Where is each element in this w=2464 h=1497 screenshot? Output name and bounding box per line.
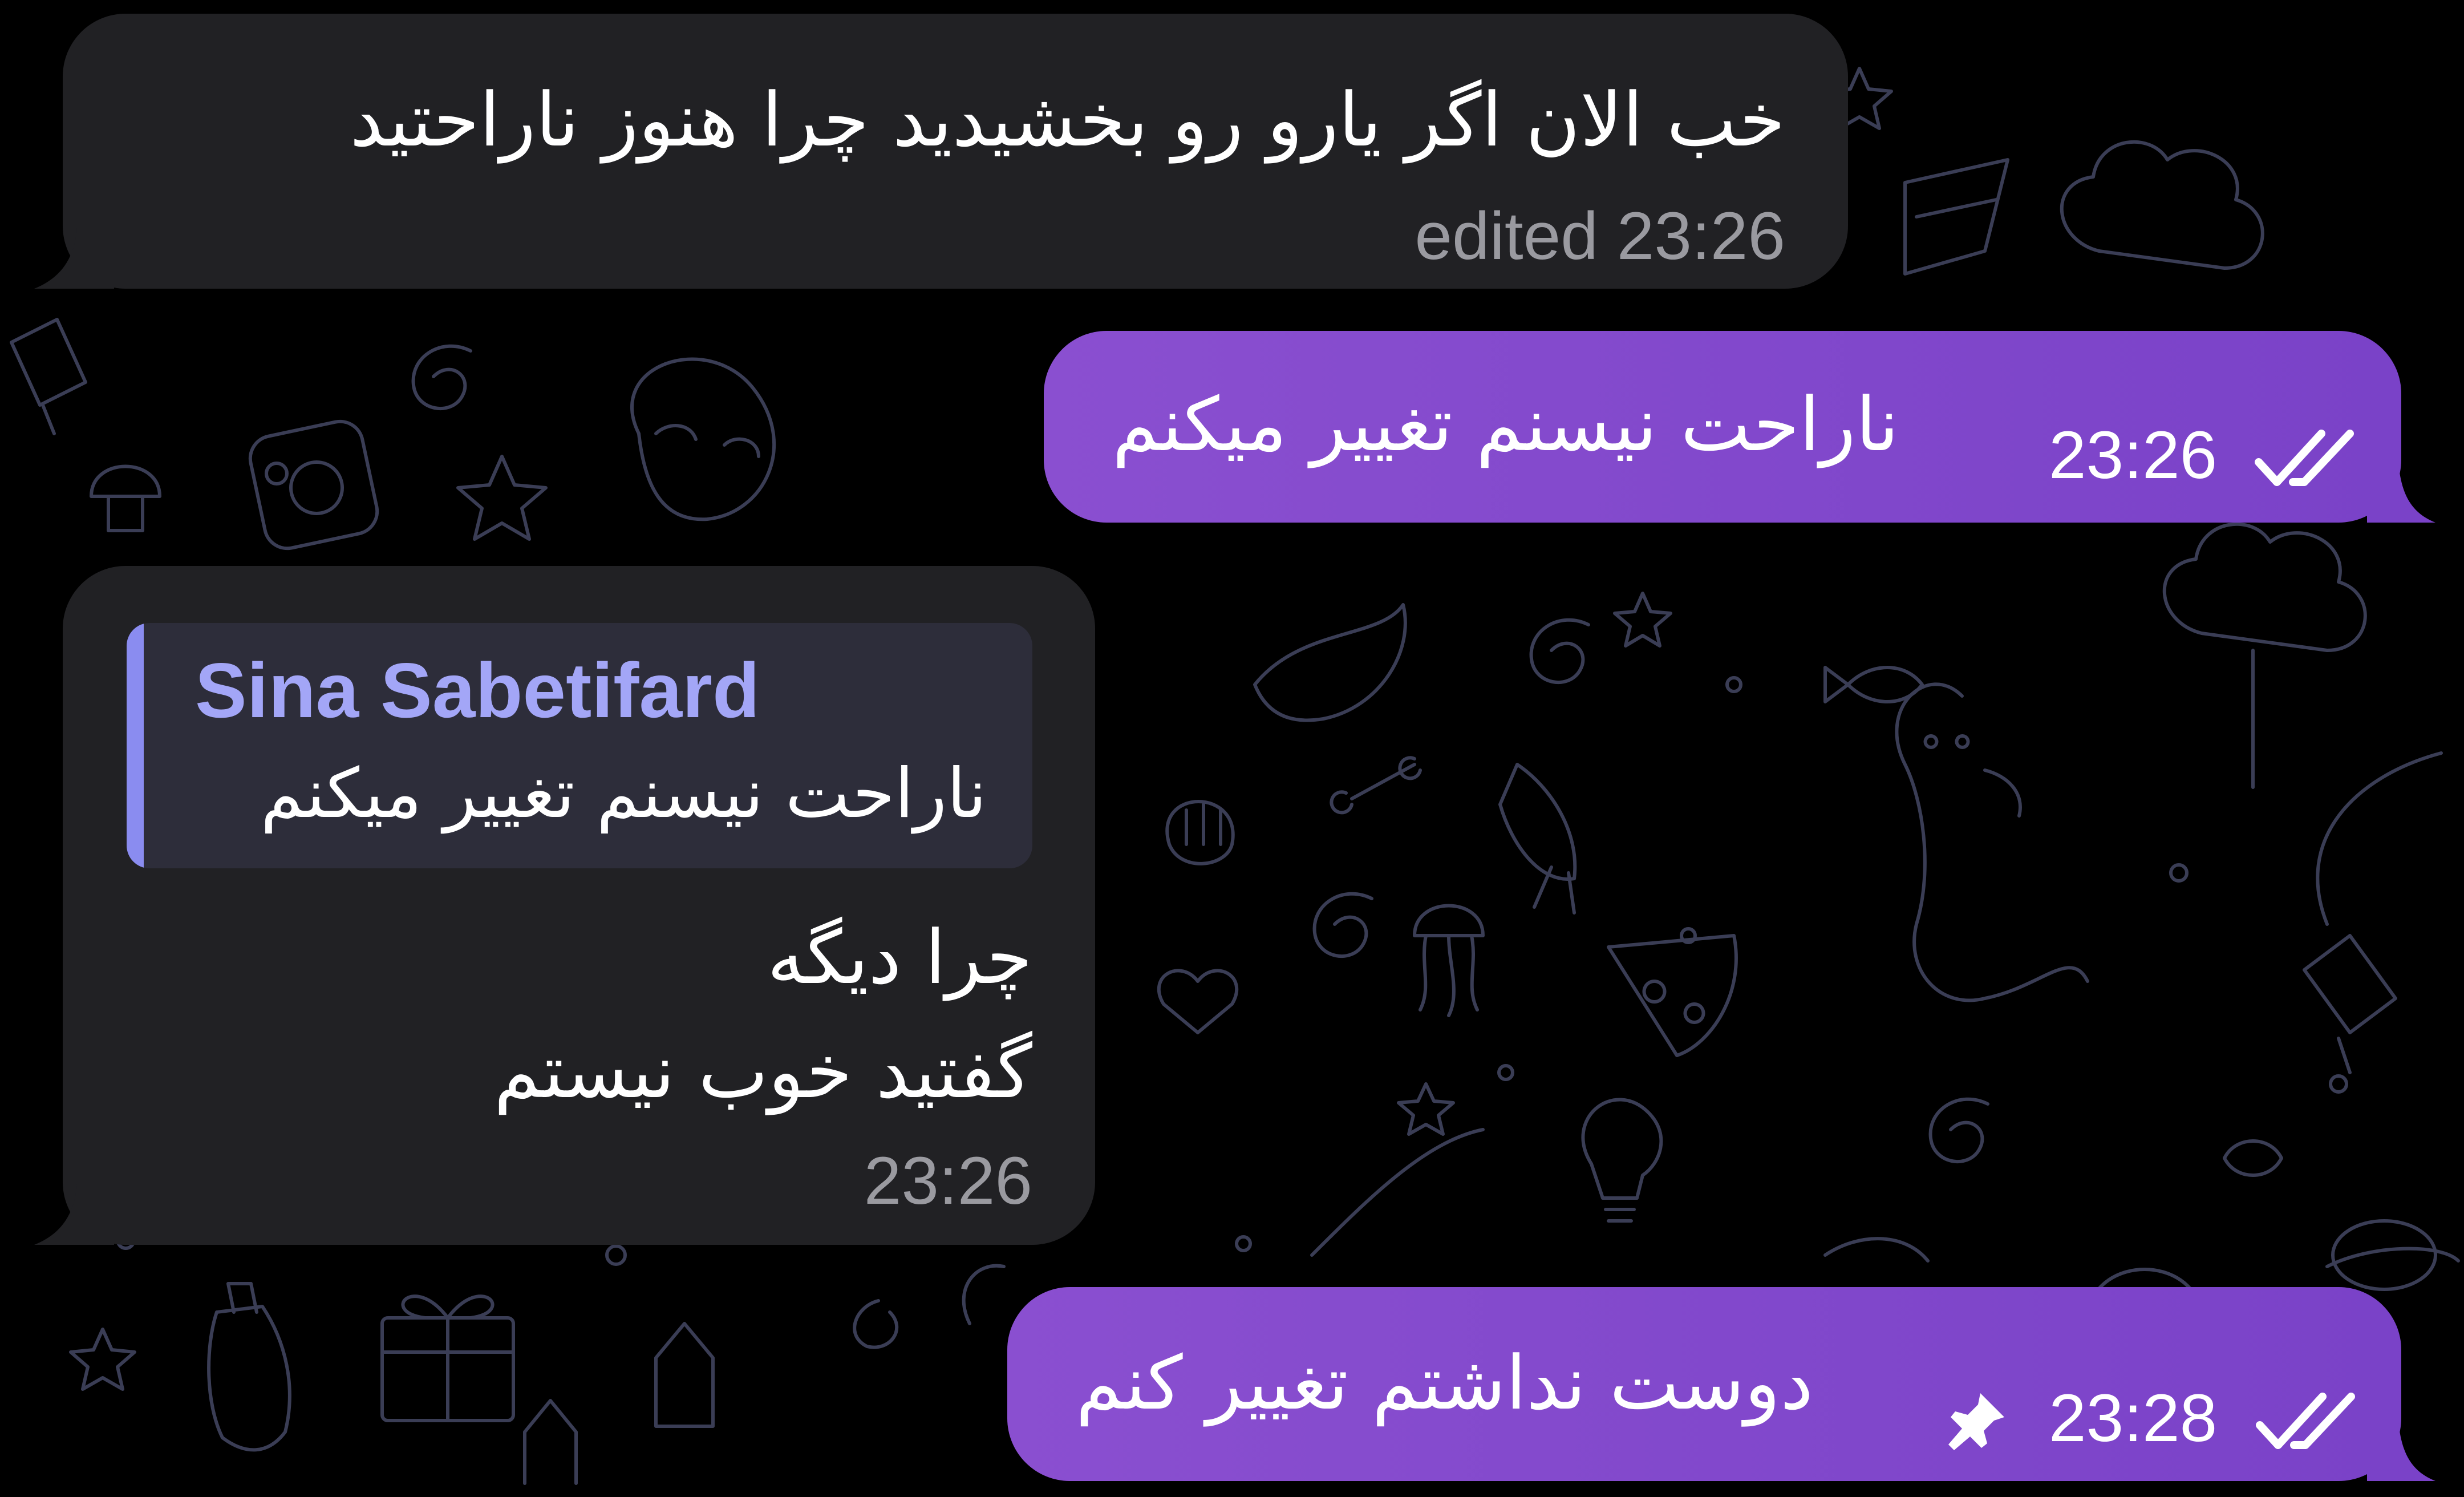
- message-bubble-outgoing-pinned[interactable]: دوست نداشتم تغییر کنم 23:28: [1007, 1287, 2401, 1481]
- message-bubble-incoming-reply[interactable]: Sina Sabetifard ناراحت نیسنم تغییر میکنم…: [63, 566, 1095, 1245]
- message-text-line-2: گفتید خوب نیستم: [493, 1028, 1032, 1115]
- double-check-icon: [2256, 1393, 2355, 1449]
- pin-icon: [1948, 1393, 2004, 1450]
- reply-text: ناراحت نیسنم تغییر میکنم: [260, 754, 987, 834]
- message-time: 23:26: [864, 1143, 1032, 1219]
- message-time: 23:26: [1616, 199, 1785, 274]
- message-bubble-incoming[interactable]: خب الان اگر یارو رو بخشیدید چرا هنوز نار…: [63, 14, 1848, 289]
- double-check-icon: [2255, 430, 2354, 486]
- message-text: ناراحت نیسنم تغییر میکنم: [1112, 381, 1899, 468]
- message-meta: edited 23:26: [1415, 197, 1785, 275]
- message-text-line-1: چرا دیگه: [767, 914, 1032, 1001]
- bubble-tail: [2367, 1421, 2435, 1481]
- bubble-tail: [34, 1184, 114, 1245]
- bubble-tail: [34, 228, 114, 289]
- bubble-tail: [2367, 462, 2435, 523]
- reply-author: Sina Sabetifard: [195, 647, 760, 734]
- message-time: 23:28: [2049, 1381, 2218, 1456]
- reply-accent-bar: [127, 623, 144, 868]
- message-time: 23:26: [2049, 418, 2218, 493]
- reply-quote[interactable]: Sina Sabetifard ناراحت نیسنم تغییر میکنم: [127, 623, 1032, 868]
- edited-label: edited: [1415, 199, 1598, 274]
- message-bubble-outgoing[interactable]: ناراحت نیسنم تغییر میکنم 23:26: [1044, 331, 2401, 523]
- message-text: خب الان اگر یارو رو بخشیدید چرا هنوز نار…: [350, 76, 1785, 163]
- message-text: دوست نداشتم تغییر کنم: [1076, 1340, 1814, 1426]
